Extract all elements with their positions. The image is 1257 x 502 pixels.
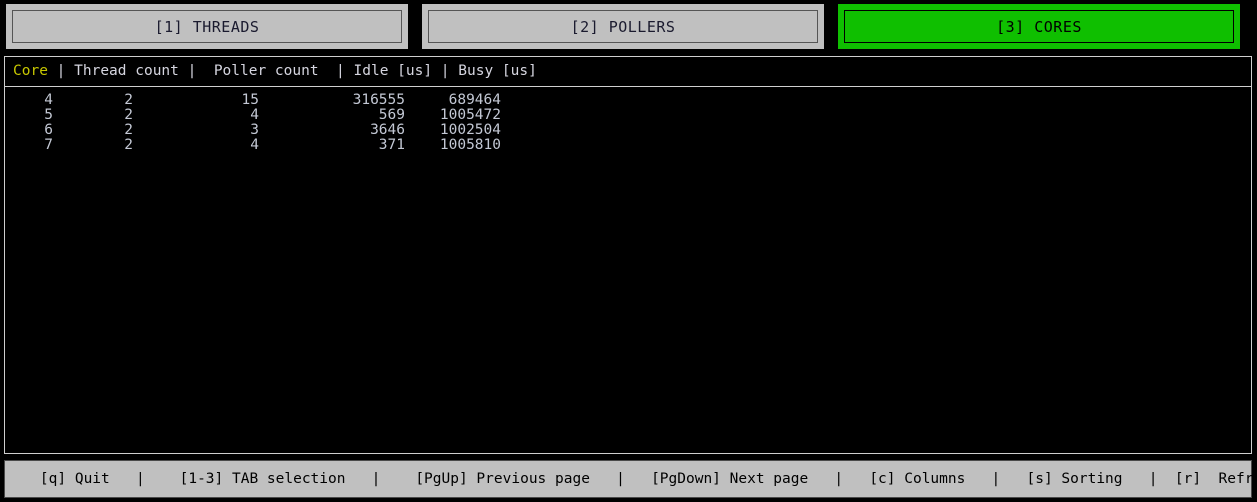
- footer-spacer: [380, 471, 415, 487]
- cell-busy-us: 1005472: [439, 107, 501, 123]
- cell-poller-count: 4: [250, 137, 259, 153]
- cores-table-panel: Core | Thread count | Poller count | Idl…: [4, 56, 1252, 454]
- cell-core: 5: [44, 107, 53, 123]
- footer-separator: |: [1122, 471, 1158, 487]
- tab-threads-inner: [1] THREADS: [12, 10, 402, 43]
- header-separator-2: |: [178, 63, 214, 79]
- footer-spacer: [625, 471, 651, 487]
- table-header-row: Core | Thread count | Poller count | Idl…: [5, 57, 1251, 85]
- tab-cores-inner: [3] CORES: [844, 10, 1234, 43]
- footer-separator: |: [965, 471, 1001, 487]
- footer-separator: |: [109, 471, 145, 487]
- footer-spacer: [843, 471, 869, 487]
- footer-separator: |: [589, 471, 625, 487]
- table-row[interactable]: 6 2 3 3646 1002504: [5, 123, 1251, 138]
- footer-shortcut-2[interactable]: [PgUp] Previous page: [415, 471, 590, 487]
- cell-thread-count: 2: [124, 107, 133, 123]
- header-separator-4: |: [432, 63, 459, 79]
- footer-separator: |: [808, 471, 844, 487]
- footer-shortcut-3[interactable]: [PgDown] Next page: [651, 471, 808, 487]
- footer-shortcut-1[interactable]: [1-3] TAB selection: [180, 471, 346, 487]
- tab-pollers-label: [2] POLLERS: [570, 17, 676, 36]
- keyboard-shortcut-bar: [q] Quit | [1-3] TAB selection | [PgUp] …: [4, 460, 1257, 498]
- footer-shortcut-4[interactable]: [c] Columns: [869, 471, 965, 487]
- tab-cores-label: [3] CORES: [996, 17, 1082, 36]
- footer-spacer: [1000, 471, 1026, 487]
- spdk-top-terminal-window: [1] THREADS [2] POLLERS [3] CORES Core |…: [0, 0, 1257, 502]
- tab-threads[interactable]: [1] THREADS: [6, 4, 408, 49]
- tab-threads-label: [1] THREADS: [154, 17, 260, 36]
- footer-separator: |: [345, 471, 381, 487]
- footer-spacer: [145, 471, 180, 487]
- footer-spacer: [1157, 471, 1174, 487]
- cell-thread-count: 2: [124, 137, 133, 153]
- table-row[interactable]: 7 2 4 371 1005810: [5, 138, 1251, 153]
- column-header-busy[interactable]: Busy [us]: [458, 63, 537, 79]
- footer-shortcut-5[interactable]: [s] Sorting: [1026, 471, 1122, 487]
- tab-pollers[interactable]: [2] POLLERS: [422, 4, 824, 49]
- cell-thread-count: 2: [124, 122, 133, 138]
- footer-shortcut-0[interactable]: [q] Quit: [40, 471, 110, 487]
- header-divider: [5, 86, 1251, 87]
- column-header-core[interactable]: Core: [13, 63, 48, 79]
- column-header-poller-count[interactable]: Poller count: [214, 63, 319, 79]
- cell-core: 4: [44, 92, 53, 108]
- cell-busy-us: 689464: [448, 92, 501, 108]
- footer-spacer: [5, 471, 40, 487]
- cell-poller-count: 4: [250, 107, 259, 123]
- cell-busy-us: 1002504: [439, 122, 501, 138]
- column-header-idle[interactable]: Idle [us]: [354, 63, 433, 79]
- header-separator-3: |: [318, 63, 354, 79]
- footer-shortcut-6[interactable]: [r] Refresh rate: [1175, 471, 1257, 487]
- cell-core: 7: [44, 137, 53, 153]
- table-row[interactable]: 4 2 15 316555 689464: [5, 93, 1251, 108]
- cell-core: 6: [44, 122, 53, 138]
- table-body: 4 2 15 316555 689464 5 2 4 569 1005472 6 2 3 3646 1002…: [5, 93, 1251, 153]
- tab-cores[interactable]: [3] CORES: [838, 4, 1240, 49]
- tab-bar: [1] THREADS [2] POLLERS [3] CORES: [0, 0, 1257, 52]
- cell-busy-us: 1005810: [439, 137, 501, 153]
- cell-thread-count: 2: [124, 92, 133, 108]
- cell-poller-count: 15: [241, 92, 259, 108]
- table-row[interactable]: 5 2 4 569 1005472: [5, 108, 1251, 123]
- header-separator-1: |: [47, 63, 75, 79]
- column-header-thread-count[interactable]: Thread count: [74, 63, 179, 79]
- cell-poller-count: 3: [250, 122, 259, 138]
- tab-pollers-inner: [2] POLLERS: [428, 10, 818, 43]
